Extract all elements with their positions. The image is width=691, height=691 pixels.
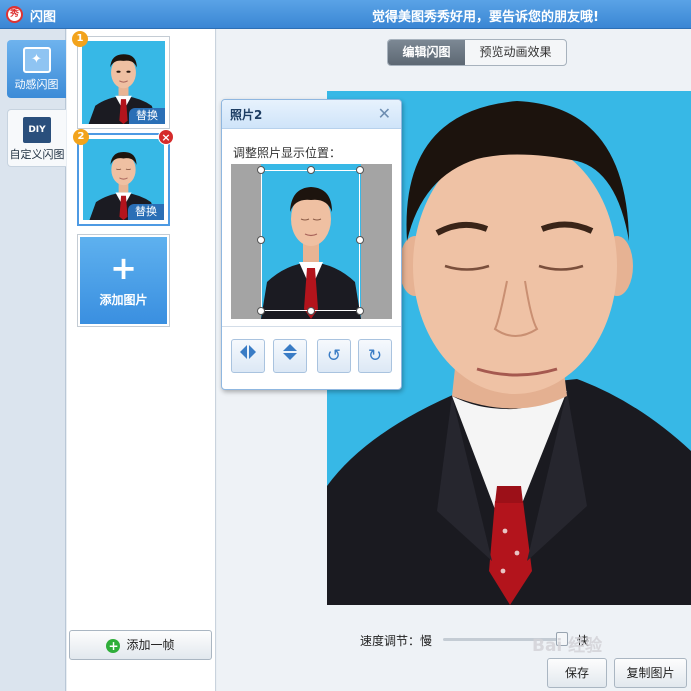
dialog-header[interactable]: 照片2 ✕: [222, 100, 401, 129]
dialog-title: 照片2: [230, 108, 263, 122]
crop-handle[interactable]: [356, 236, 364, 244]
photo-adjust-dialog: 照片2 ✕ 调整照片显示位置： ↺ ↻: [221, 99, 402, 390]
copy-image-button[interactable]: 复制图片: [614, 658, 687, 688]
dialog-divider: [222, 326, 401, 327]
add-image-button[interactable]: + 添加图片: [77, 234, 170, 327]
tab-edit-flash[interactable]: 编辑闪图: [388, 40, 465, 65]
crop-handle[interactable]: [356, 307, 364, 315]
mode-sidebar: ✦ 动感闪图 DIY 自定义闪图: [0, 29, 66, 691]
frame-thumbnail-1[interactable]: 1 替换: [72, 31, 170, 129]
crop-handle[interactable]: [257, 166, 265, 174]
crop-handle[interactable]: [257, 236, 265, 244]
crop-handle[interactable]: [307, 166, 315, 174]
mode-label: 自定义闪图: [9, 148, 65, 161]
window-title: 闪图: [30, 10, 57, 25]
add-circle-icon: +: [106, 638, 121, 653]
save-button[interactable]: 保存: [547, 658, 607, 688]
tab-preview-animation[interactable]: 预览动画效果: [465, 40, 566, 65]
replace-button[interactable]: 替换: [128, 204, 164, 220]
flip-vertical-icon[interactable]: [273, 339, 307, 373]
diy-icon: DIY: [23, 117, 51, 143]
replace-button[interactable]: 替换: [129, 108, 165, 124]
add-image-tile: + 添加图片: [80, 237, 167, 324]
frame-photo: 替换: [83, 139, 164, 220]
adjust-position-hint: 调整照片显示位置：: [233, 146, 342, 160]
slogan-text: 觉得美图秀秀好用，要告诉您的朋友哦!: [372, 10, 599, 25]
crop-frame[interactable]: [261, 170, 360, 311]
rotate-right-icon[interactable]: ↻: [358, 339, 392, 373]
close-icon[interactable]: ✕: [378, 104, 391, 123]
sparkle-icon: ✦: [22, 47, 51, 73]
flip-horizontal-icon[interactable]: [231, 339, 265, 373]
add-frame-label: 添加一帧: [126, 638, 175, 652]
mode-custom-flash[interactable]: DIY 自定义闪图: [7, 109, 66, 167]
crop-preview[interactable]: [231, 164, 392, 319]
delete-frame-icon[interactable]: ×: [158, 129, 174, 145]
watermark: Bai 经验: [532, 636, 603, 656]
frame-number-badge: 1: [72, 31, 88, 47]
app-logo-icon: 秀: [6, 6, 23, 23]
mode-dynamic-flash[interactable]: ✦ 动感闪图: [7, 40, 66, 98]
add-image-label: 添加图片: [99, 293, 148, 307]
crop-handle[interactable]: [257, 307, 265, 315]
frame-number-badge: 2: [73, 129, 89, 145]
frame-thumbnail-2[interactable]: 2 × 替换: [73, 129, 174, 226]
view-tabs: 编辑闪图 预览动画效果: [387, 39, 567, 66]
title-bar: 秀 闪图 觉得美图秀秀好用，要告诉您的朋友哦!: [0, 0, 691, 29]
plus-icon: +: [110, 249, 137, 287]
frames-panel: 1 替换 2 × 替换 + 添加图片 + 添加一帧: [67, 29, 216, 691]
rotate-left-icon[interactable]: ↺: [317, 339, 351, 373]
crop-handle[interactable]: [356, 166, 364, 174]
add-frame-button[interactable]: + 添加一帧: [69, 630, 212, 660]
crop-handle[interactable]: [307, 307, 315, 315]
frame-photo: 替换: [82, 41, 165, 124]
mode-label: 动感闪图: [14, 78, 59, 91]
speed-label: 速度调节：慢: [360, 634, 433, 648]
